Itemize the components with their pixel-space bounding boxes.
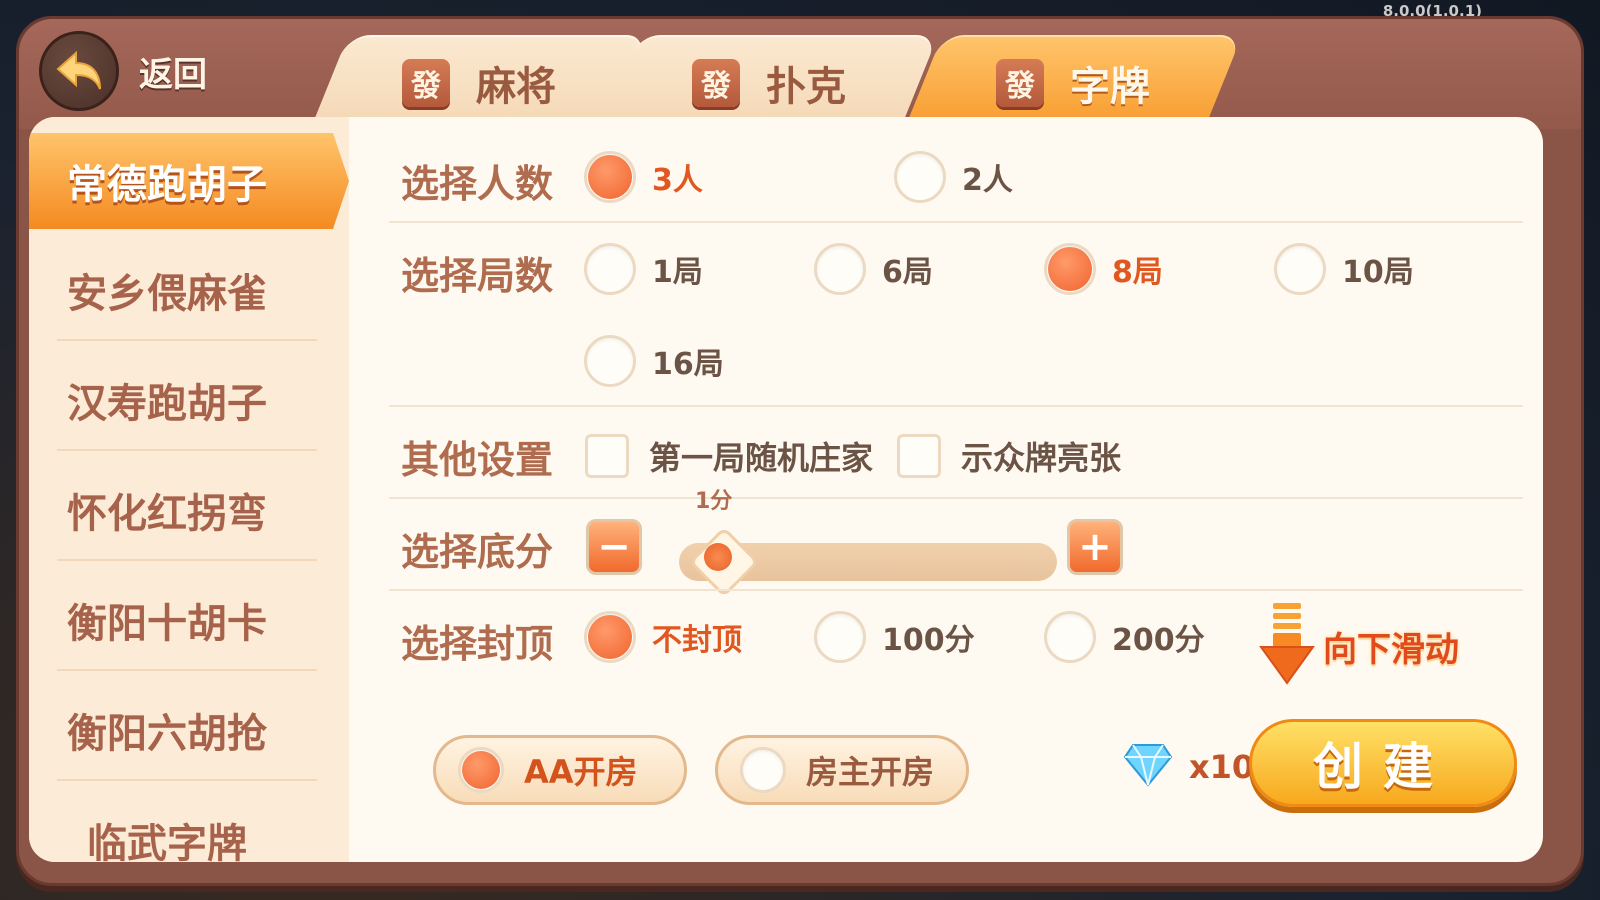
radio-label: 1局 — [652, 255, 703, 290]
radio-label: 不封顶 — [652, 623, 742, 658]
radio-indicator — [1044, 611, 1096, 663]
checkbox-label: 第一局随机庄家 — [649, 439, 874, 477]
radio-label: 8局 — [1112, 255, 1163, 290]
divider — [57, 669, 317, 671]
scroll-down-hint: 向下滑动 — [1259, 603, 1459, 689]
divider — [57, 339, 317, 341]
cap-label: 选择封顶 — [401, 622, 554, 666]
radio-label: 16局 — [652, 347, 724, 382]
sidebar-item-hengyang-shihu[interactable]: 衡阳十胡卡 — [29, 565, 349, 675]
divider — [57, 449, 317, 451]
scroll-hint-text: 向下滑动 — [1323, 629, 1459, 670]
checkbox-label: 示众牌亮张 — [961, 439, 1122, 477]
radio-players-3[interactable]: 3人 — [584, 151, 703, 203]
radio-indicator — [814, 243, 866, 295]
decrease-button[interactable]: − — [586, 519, 642, 575]
radio-indicator — [894, 151, 946, 203]
divider — [57, 559, 317, 561]
sidebar-item-changde[interactable]: 常德跑胡子 — [29, 133, 349, 229]
arrow-down-icon — [1259, 603, 1315, 689]
create-button[interactable]: 创建 — [1249, 719, 1517, 807]
base-score-value: 1分 — [695, 489, 733, 514]
diamond-icon — [1123, 743, 1173, 791]
radio-indicator — [584, 335, 636, 387]
cost-value: x10 — [1189, 748, 1255, 786]
room-creation-window: 返回 發 麻将 發 扑克 發 字牌 常德跑胡子 安乡偎麻雀 汉寿跑胡子 怀化红拐… — [16, 16, 1584, 886]
radio-rounds-10[interactable]: 10局 — [1274, 243, 1414, 295]
radio-cap-200[interactable]: 200分 — [1044, 611, 1205, 663]
tab-label: 麻将 — [476, 64, 556, 110]
radio-indicator — [814, 611, 866, 663]
divider — [57, 779, 317, 781]
checkbox-indicator — [585, 434, 629, 478]
sidebar-item-label: 怀化红拐弯 — [67, 491, 267, 537]
sidebar-item-huaihua[interactable]: 怀化红拐弯 — [29, 455, 349, 565]
radio-label: 100分 — [882, 623, 975, 658]
sidebar-item-label: 衡阳十胡卡 — [67, 601, 267, 647]
back-button[interactable]: 返回 — [39, 31, 207, 111]
pill-label: 房主开房 — [806, 753, 935, 791]
slider-handle-dot — [704, 543, 732, 571]
sidebar-item-hanshou[interactable]: 汉寿跑胡子 — [29, 345, 349, 455]
sidebar-item-label: 汉寿跑胡子 — [67, 381, 267, 427]
mahjong-tile-icon: 發 — [996, 59, 1044, 107]
radio-rounds-16[interactable]: 16局 — [584, 335, 724, 387]
radio-cap-100[interactable]: 100分 — [814, 611, 975, 663]
radio-indicator — [1044, 243, 1096, 295]
game-list-sidebar: 常德跑胡子 安乡偎麻雀 汉寿跑胡子 怀化红拐弯 衡阳十胡卡 衡阳六胡抢 临武字牌 — [29, 117, 349, 862]
radio-cap-none[interactable]: 不封顶 — [584, 611, 742, 663]
divider — [389, 589, 1523, 591]
rounds-label: 选择局数 — [401, 254, 554, 298]
increase-button[interactable]: + — [1067, 519, 1123, 575]
base-score-label: 选择底分 — [401, 530, 554, 574]
radio-indicator — [584, 151, 636, 203]
checkbox-random-banker[interactable]: 第一局随机庄家 — [585, 433, 873, 479]
mahjong-tile-icon: 發 — [402, 59, 450, 107]
divider — [389, 405, 1523, 407]
checkbox-show-cards[interactable]: 示众牌亮张 — [897, 433, 1121, 479]
radio-indicator — [740, 747, 786, 793]
radio-label: 10局 — [1342, 255, 1414, 290]
room-cost: x10 — [1123, 743, 1254, 791]
divider — [389, 221, 1523, 223]
back-arrow-icon — [39, 31, 119, 111]
owner-room-option[interactable]: 房主开房 — [715, 735, 969, 805]
radio-rounds-8[interactable]: 8局 — [1044, 243, 1163, 295]
sidebar-item-label: 常德跑胡子 — [67, 162, 267, 208]
sidebar-item-label: 衡阳六胡抢 — [67, 711, 267, 757]
radio-label: 6局 — [882, 255, 933, 290]
tab-label: 扑克 — [766, 64, 846, 110]
radio-players-2[interactable]: 2人 — [894, 151, 1013, 203]
sidebar-item-label: 临武字牌 — [87, 821, 247, 862]
divider — [389, 497, 1523, 499]
radio-indicator — [584, 611, 636, 663]
radio-label: 3人 — [652, 163, 703, 198]
checkbox-indicator — [897, 434, 941, 478]
mahjong-tile-icon: 發 — [692, 59, 740, 107]
sidebar-item-linwu[interactable]: 临武字牌 — [29, 785, 349, 862]
radio-label: 200分 — [1112, 623, 1205, 658]
settings-panel: 常德跑胡子 安乡偎麻雀 汉寿跑胡子 怀化红拐弯 衡阳十胡卡 衡阳六胡抢 临武字牌… — [29, 117, 1543, 862]
radio-indicator — [458, 747, 504, 793]
aa-room-option[interactable]: AA开房 — [433, 735, 687, 805]
settings-content: 选择人数 3人 2人 选择局数 1局 6局 8局 10局 16局 其他设置 第一… — [379, 117, 1543, 862]
radio-indicator — [1274, 243, 1326, 295]
sidebar-item-anxiang[interactable]: 安乡偎麻雀 — [29, 235, 349, 345]
sidebar-item-label: 安乡偎麻雀 — [67, 271, 267, 317]
radio-label: 2人 — [962, 163, 1013, 198]
radio-rounds-1[interactable]: 1局 — [584, 243, 703, 295]
radio-indicator — [584, 243, 636, 295]
other-settings-label: 其他设置 — [401, 438, 554, 482]
tab-label: 字牌 — [1070, 64, 1150, 110]
radio-rounds-6[interactable]: 6局 — [814, 243, 933, 295]
sidebar-item-hengyang-liuhu[interactable]: 衡阳六胡抢 — [29, 675, 349, 785]
back-label: 返回 — [139, 54, 207, 95]
players-label: 选择人数 — [401, 162, 554, 206]
pill-label: AA开房 — [524, 753, 638, 791]
